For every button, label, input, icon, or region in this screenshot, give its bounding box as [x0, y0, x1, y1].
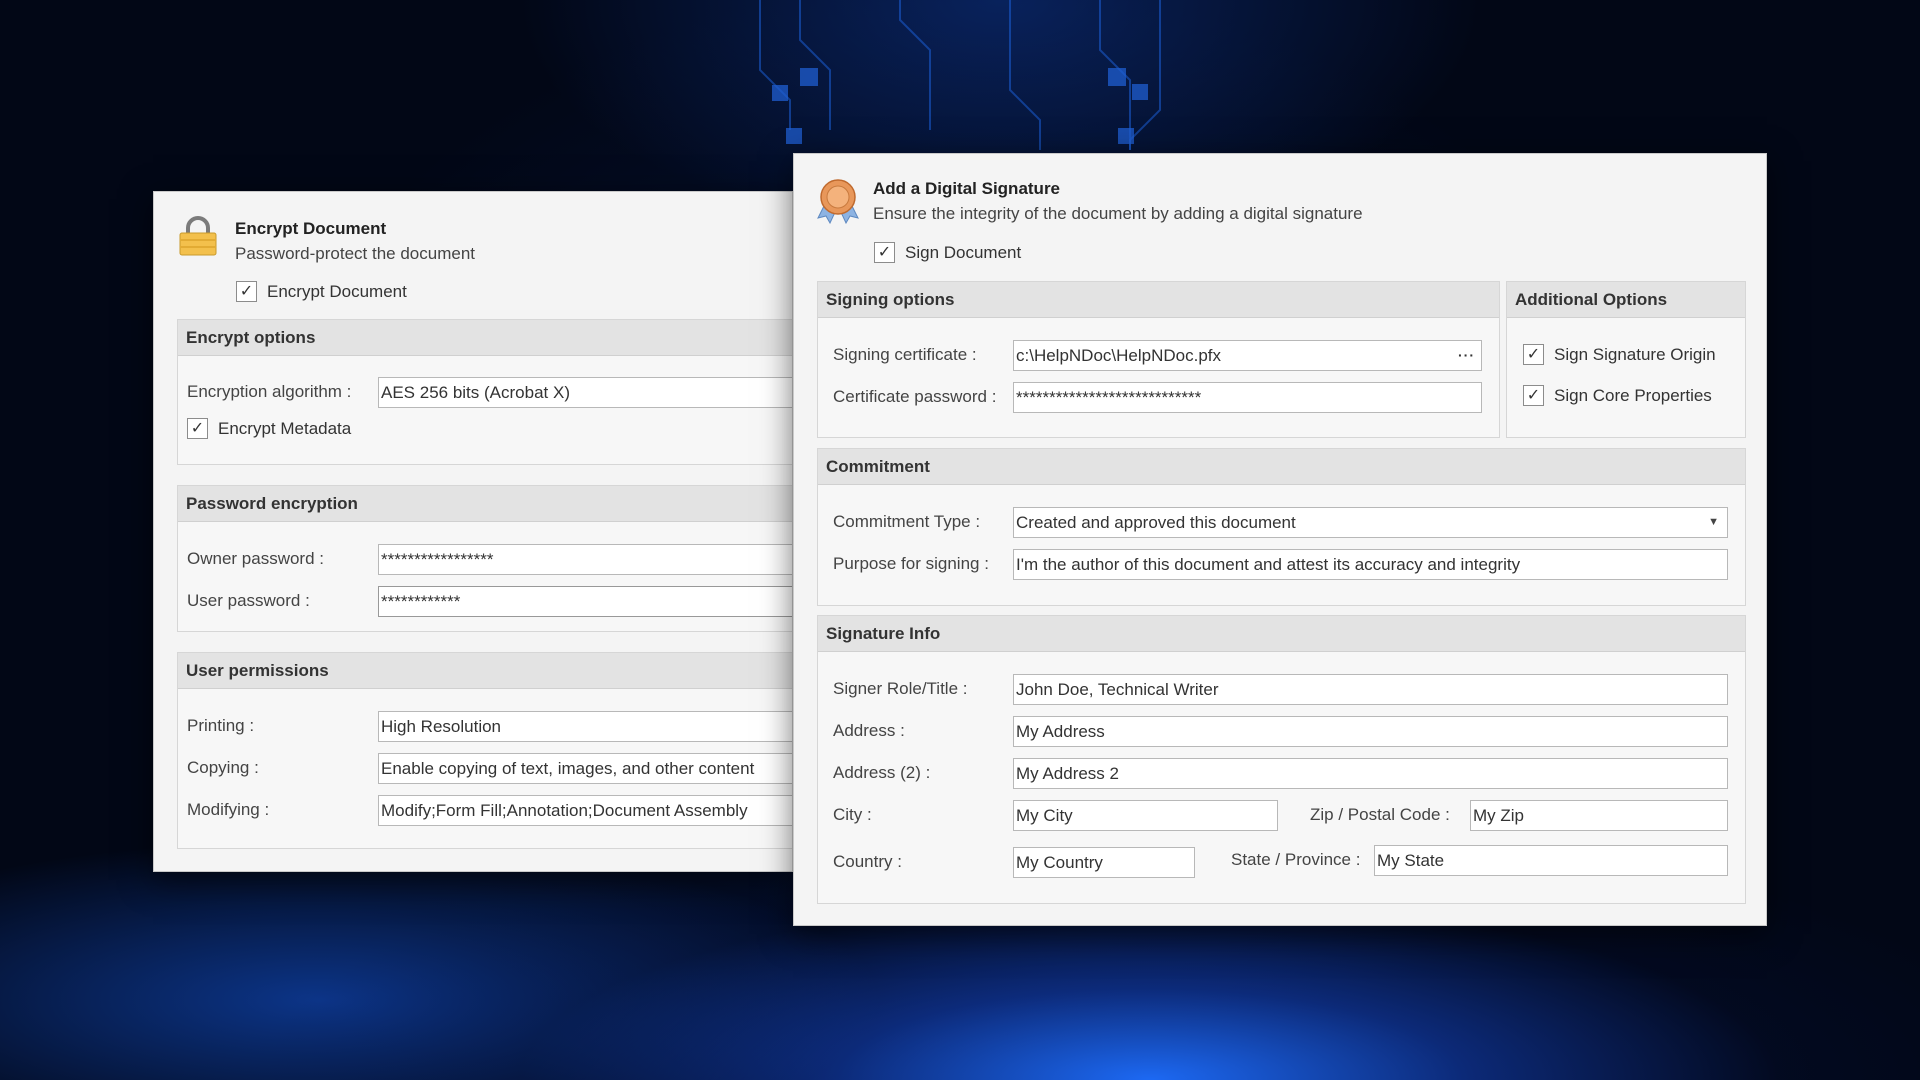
certificate-password-label: Certificate password : — [833, 387, 997, 406]
award-ribbon-icon — [816, 178, 860, 225]
encrypt-document-label: Encrypt Document — [267, 281, 407, 301]
signer-role-label: Signer Role/Title : — [833, 679, 968, 698]
sign-signature-origin-label: Sign Signature Origin — [1554, 344, 1716, 364]
sign-core-properties-checkbox[interactable]: ✓ Sign Core Properties — [1523, 385, 1712, 406]
encrypt-metadata-checkbox[interactable]: ✓ Encrypt Metadata — [187, 418, 351, 439]
check-icon: ✓ — [187, 418, 208, 439]
additional-options-header: Additional Options — [1507, 282, 1745, 318]
modifying-label: Modifying : — [187, 800, 270, 819]
owner-password-label: Owner password : — [187, 549, 324, 568]
address-label: Address : — [833, 721, 905, 740]
password-encryption-header: Password encryption — [178, 486, 792, 522]
owner-password-input[interactable]: ***************** — [378, 544, 792, 575]
address2-label: Address (2) : — [833, 763, 931, 782]
commitment-group: Commitment Commitment Type : Created and… — [817, 448, 1746, 606]
check-icon: ✓ — [1523, 385, 1544, 406]
certificate-value: c:\HelpNDoc\HelpNDoc.pfx — [1016, 346, 1222, 365]
signature-info-group: Signature Info Signer Role/Title : John … — [817, 615, 1746, 904]
country-label: Country : — [833, 852, 902, 871]
copying-label: Copying : — [187, 758, 259, 777]
commitment-type-select[interactable]: Created and approved this document ▼ — [1013, 507, 1728, 538]
purpose-label: Purpose for signing : — [833, 554, 989, 573]
sign-signature-origin-checkbox[interactable]: ✓ Sign Signature Origin — [1523, 344, 1716, 365]
address2-input[interactable]: My Address 2 — [1013, 758, 1728, 789]
encrypt-options-header: Encrypt options — [178, 320, 792, 356]
lock-icon — [177, 215, 219, 257]
check-icon: ✓ — [1523, 344, 1544, 365]
sign-document-label: Sign Document — [905, 242, 1022, 262]
algorithm-select[interactable]: AES 256 bits (Acrobat X) — [378, 377, 792, 408]
zip-input[interactable]: My Zip — [1470, 800, 1728, 831]
city-label: City : — [833, 805, 872, 824]
algorithm-label: Encryption algorithm : — [187, 382, 352, 401]
check-icon: ✓ — [874, 242, 895, 263]
sign-core-properties-label: Sign Core Properties — [1554, 385, 1712, 405]
encrypt-document-checkbox[interactable]: ✓ Encrypt Document — [236, 281, 407, 302]
commitment-type-value: Created and approved this document — [1016, 513, 1296, 532]
signer-role-input[interactable]: John Doe, Technical Writer — [1013, 674, 1728, 705]
encrypt-document-panel: Encrypt Document Password-protect the do… — [153, 191, 793, 872]
country-input[interactable]: My Country — [1013, 847, 1195, 878]
signature-subtitle: Ensure the integrity of the document by … — [873, 204, 1363, 223]
signature-title: Add a Digital Signature — [873, 179, 1061, 198]
state-input[interactable]: My State — [1374, 845, 1728, 876]
address-input[interactable]: My Address — [1013, 716, 1728, 747]
user-password-input[interactable]: ************ — [378, 586, 792, 617]
chevron-down-icon: ▼ — [1708, 516, 1719, 528]
password-encryption-group: Password encryption Owner password : ***… — [177, 485, 792, 632]
encrypt-metadata-label: Encrypt Metadata — [218, 418, 352, 438]
printing-select[interactable]: High Resolution — [378, 711, 792, 742]
user-permissions-group: User permissions Printing : High Resolut… — [177, 652, 792, 849]
sign-document-checkbox[interactable]: ✓ Sign Document — [874, 242, 1021, 263]
digital-signature-panel: Add a Digital Signature Ensure the integ… — [793, 153, 1767, 926]
zip-label: Zip / Postal Code : — [1310, 805, 1450, 824]
encrypt-title: Encrypt Document — [235, 219, 387, 238]
user-password-label: User password : — [187, 591, 310, 610]
user-permissions-header: User permissions — [178, 653, 792, 689]
modifying-select[interactable]: Modify;Form Fill;Annotation;Document Ass… — [378, 795, 792, 826]
printing-label: Printing : — [187, 716, 255, 735]
additional-options-group: Additional Options ✓ Sign Signature Orig… — [1506, 281, 1746, 438]
city-input[interactable]: My City — [1013, 800, 1278, 831]
encrypt-options-group: Encrypt options Encryption algorithm : A… — [177, 319, 792, 465]
encrypt-subtitle: Password-protect the document — [235, 244, 476, 263]
copying-select[interactable]: Enable copying of text, images, and othe… — [378, 753, 792, 784]
purpose-input[interactable]: I'm the author of this document and atte… — [1013, 549, 1728, 580]
browse-button[interactable]: ··· — [1458, 341, 1475, 370]
signature-info-header: Signature Info — [818, 616, 1745, 652]
state-label: State / Province : — [1231, 850, 1361, 869]
certificate-label: Signing certificate : — [833, 345, 977, 364]
certificate-password-input[interactable]: **************************** — [1013, 382, 1482, 413]
commitment-header: Commitment — [818, 449, 1745, 485]
check-icon: ✓ — [236, 281, 257, 302]
signing-options-header: Signing options — [818, 282, 1499, 318]
commitment-type-label: Commitment Type : — [833, 512, 981, 531]
certificate-input[interactable]: c:\HelpNDoc\HelpNDoc.pfx ··· — [1013, 340, 1482, 371]
signing-options-group: Signing options Signing certificate : c:… — [817, 281, 1500, 438]
